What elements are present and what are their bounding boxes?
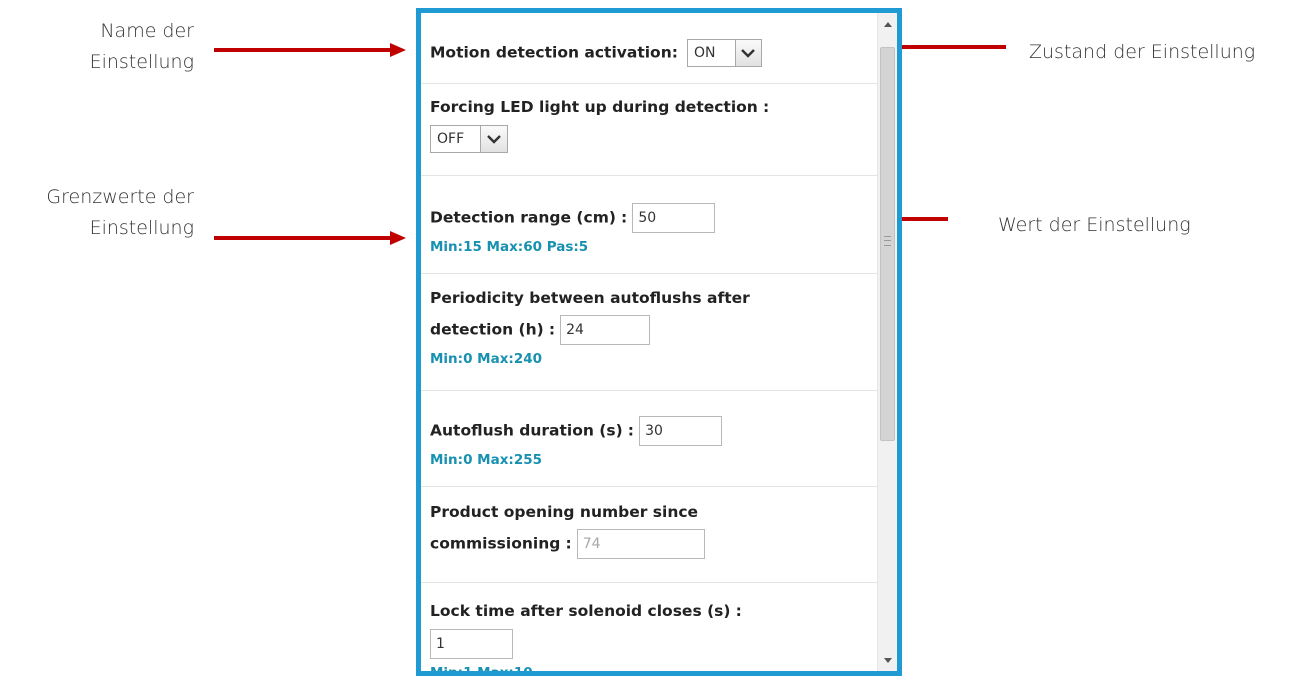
annotation-setting-limits: Grenzwerte der Einstellung (0, 182, 194, 244)
setting-separator: : (565, 534, 572, 553)
setting-label-line2: detection (h) (430, 320, 544, 339)
annotation-setting-name-line1: Name der (100, 20, 194, 42)
setting-autoflush-periodicity: Periodicity between autoflushs after det… (430, 285, 877, 367)
setting-separator: : (627, 421, 634, 440)
settings-list: Motion detection activation: ON Forcing … (421, 13, 877, 671)
setting-product-opening-count: Product opening number since commissioni… (430, 499, 877, 559)
setting-limits: Min:0 Max:255 (430, 452, 542, 468)
arrow-to-setting-limits (214, 231, 406, 245)
scroll-up-arrow-icon[interactable] (878, 15, 897, 33)
setting-limits: Min:0 Max:240 (430, 351, 542, 367)
settings-panel: Motion detection activation: ON Forcing … (416, 8, 902, 676)
annotation-setting-state: Zustand der Einstellung (1029, 41, 1256, 63)
grip-icon (884, 236, 891, 246)
annotation-setting-limits-line2: Einstellung (89, 217, 194, 239)
setting-autoflush-duration: Autoflush duration (s) : 30 Min:0 Max:25… (430, 416, 877, 468)
divider (421, 273, 877, 274)
setting-separator: : (735, 602, 742, 620)
divider (421, 175, 877, 176)
divider (421, 83, 877, 84)
setting-detection-range: Detection range (cm) : 50 Min:15 Max:60 … (430, 203, 877, 255)
setting-label-line2: commissioning (430, 534, 561, 553)
setting-limits: Min:1 Max:10 (430, 665, 533, 676)
scroll-down-arrow-icon[interactable] (878, 651, 897, 669)
annotation-setting-value: Wert der Einstellung (998, 214, 1191, 236)
divider (421, 486, 877, 487)
chevron-down-icon[interactable] (734, 40, 762, 66)
opening-count-field: 74 (576, 529, 705, 559)
divider (421, 582, 877, 583)
setting-limits: Min:15 Max:60 Pas:5 (430, 239, 589, 255)
setting-separator: : (621, 208, 628, 227)
divider (421, 390, 877, 391)
setting-label-line1: Periodicity between autoflushs after (430, 289, 750, 307)
setting-label: Motion detection activation (430, 43, 672, 62)
setting-label: Forcing LED light up during detection (430, 98, 758, 116)
chevron-down-icon[interactable] (480, 126, 507, 152)
motion-detection-select[interactable]: ON (687, 39, 763, 67)
detection-range-input[interactable]: 50 (632, 203, 716, 233)
setting-forcing-led: Forcing LED light up during detection : … (430, 97, 877, 153)
select-value: ON (694, 45, 716, 61)
setting-separator: : (548, 320, 556, 339)
scrollbar-thumb[interactable] (880, 47, 895, 441)
vertical-scrollbar[interactable] (877, 13, 897, 671)
annotation-setting-name-line2: Einstellung (89, 51, 194, 73)
setting-label-line1: Product opening number since (430, 503, 699, 521)
autoflush-duration-input[interactable]: 30 (639, 416, 723, 446)
periodicity-input[interactable]: 24 (560, 315, 651, 345)
annotation-setting-name: Name der Einstellung (40, 16, 194, 78)
setting-motion-detection: Motion detection activation: ON (430, 39, 877, 67)
forcing-led-select[interactable]: OFF (430, 125, 508, 153)
setting-label: Detection range (cm) (430, 208, 616, 227)
setting-separator: : (762, 98, 770, 116)
select-value: OFF (437, 131, 465, 147)
setting-separator: : (671, 43, 678, 62)
setting-label: Lock time after solenoid closes (s) (430, 602, 731, 620)
setting-label: Autoflush duration (s) (430, 421, 623, 440)
setting-lock-time: Lock time after solenoid closes (s) : 1 … (430, 601, 877, 676)
lock-time-input[interactable]: 1 (430, 629, 513, 659)
annotation-setting-limits-line1: Grenzwerte der (46, 186, 194, 208)
arrow-to-setting-name (214, 43, 406, 57)
